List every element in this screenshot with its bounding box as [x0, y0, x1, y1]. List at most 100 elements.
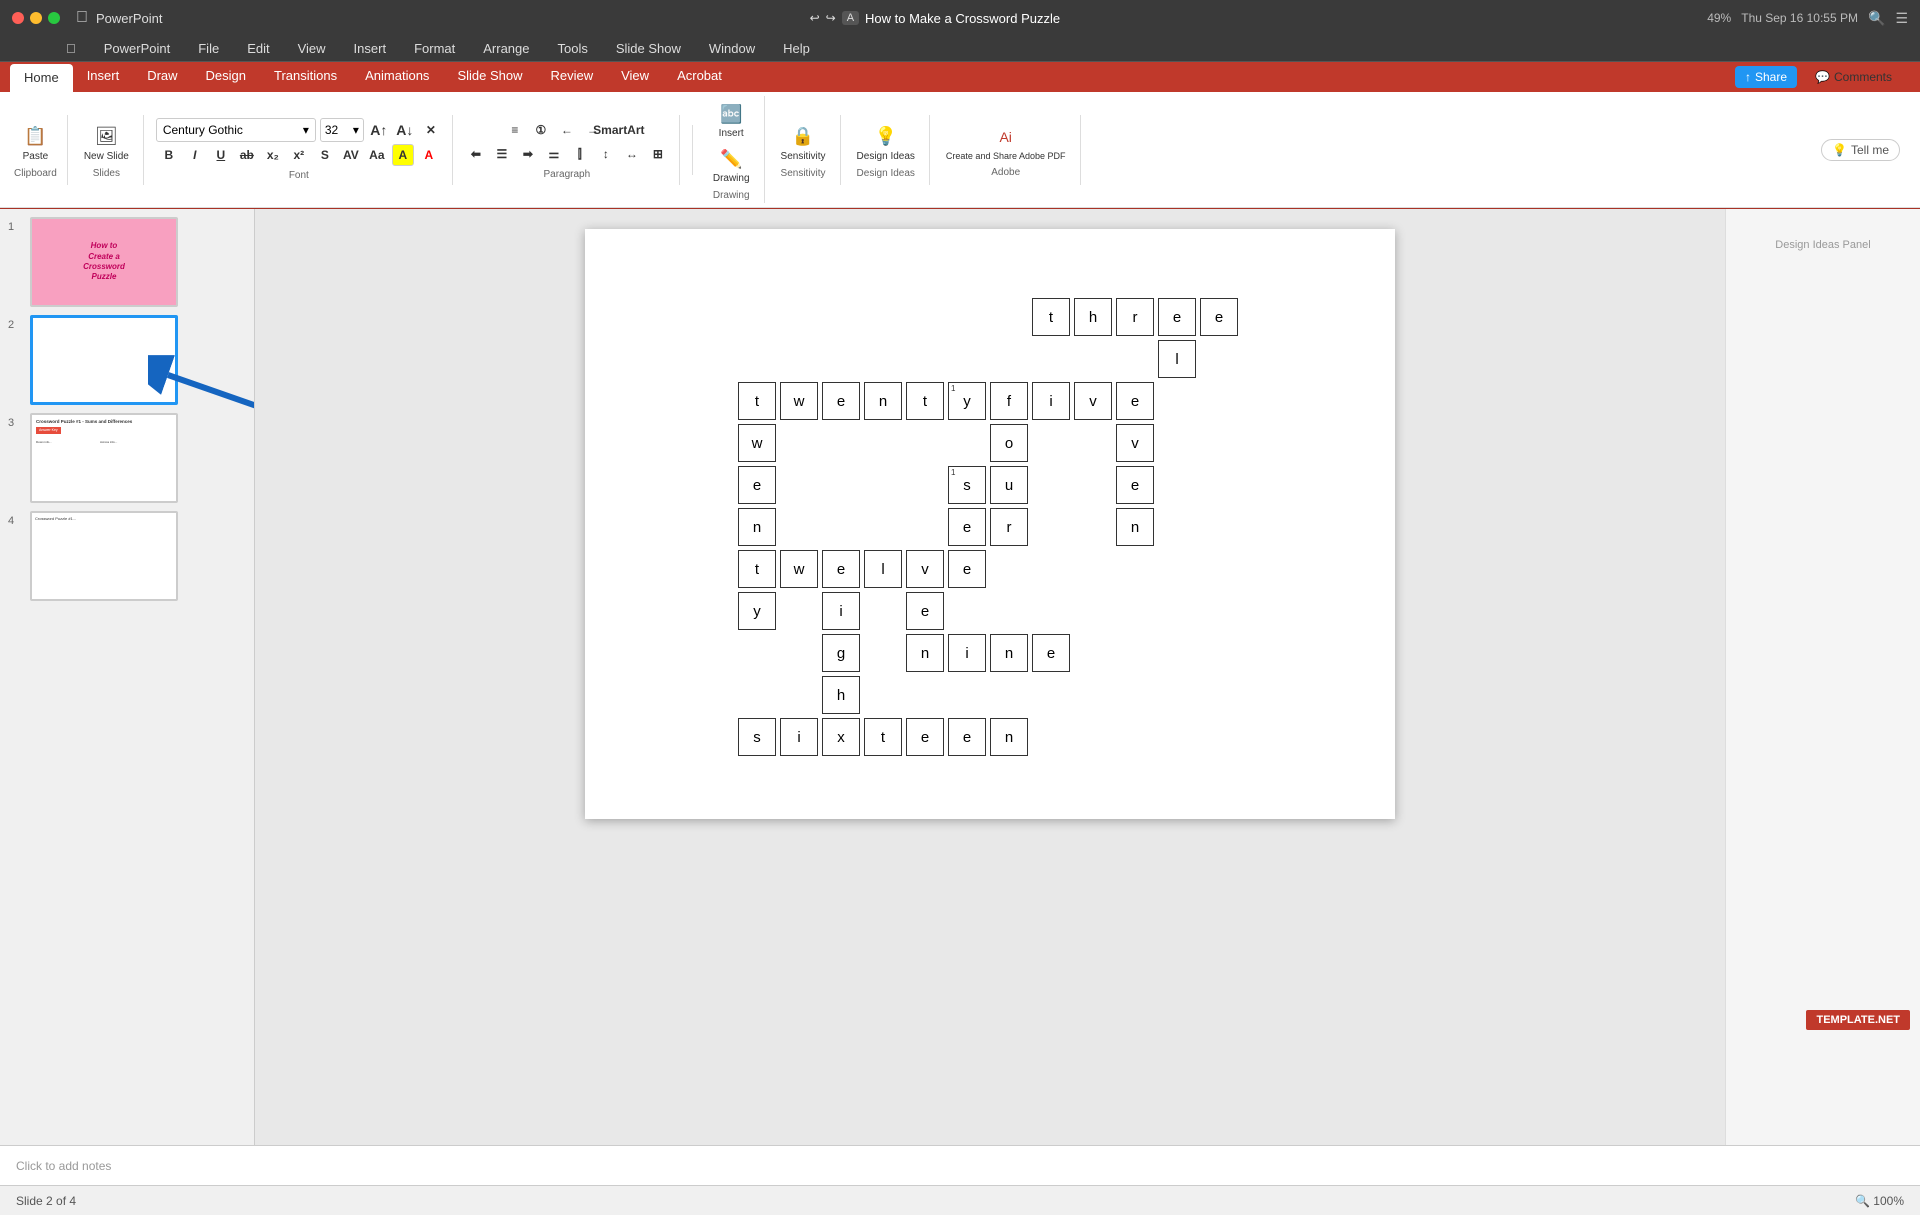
- indent-less-button[interactable]: ←: [556, 119, 578, 141]
- slide-num-4: 4: [8, 515, 24, 527]
- align-center-button[interactable]: ☰: [491, 143, 513, 165]
- zoom-controls[interactable]: 🔍 100%: [1855, 1194, 1904, 1208]
- notes-area[interactable]: Click to add notes: [0, 1145, 1920, 1185]
- slide-thumb-3[interactable]: 3 Crossword Puzzle #1 - Sums and Differe…: [8, 413, 246, 503]
- align-text-button[interactable]: ⊞: [647, 143, 669, 165]
- italic-button[interactable]: I: [184, 144, 206, 166]
- slide-preview-4[interactable]: Crossword Puzzle #1...: [30, 511, 178, 601]
- menu-edit[interactable]: Edit: [241, 39, 275, 58]
- drawing-icon: ✏️: [717, 145, 745, 173]
- menu-slideshow[interactable]: Slide Show: [610, 39, 687, 58]
- search-icon[interactable]: 🔍: [1868, 10, 1885, 27]
- menu-tools[interactable]: Tools: [551, 39, 593, 58]
- decrease-font-button[interactable]: A↓: [394, 119, 416, 141]
- paste-button[interactable]: 📋 Paste: [17, 121, 53, 164]
- menu-window[interactable]: Window: [703, 39, 761, 58]
- font-color-button[interactable]: A: [418, 144, 440, 166]
- insert-button[interactable]: 🔤 Insert: [713, 98, 749, 141]
- tab-design[interactable]: Design: [192, 62, 260, 92]
- close-button[interactable]: [12, 12, 24, 24]
- bold-button[interactable]: B: [158, 144, 180, 166]
- line-spacing-button[interactable]: ↕: [595, 143, 617, 165]
- cell-3-0: w: [738, 424, 776, 462]
- sensitivity-button[interactable]: 🔒 Sensitivity: [777, 121, 830, 164]
- slide-preview-3[interactable]: Crossword Puzzle #1 - Sums and Differenc…: [30, 413, 178, 503]
- cell-7-4: e: [906, 592, 944, 630]
- control-center-icon[interactable]: ☰: [1895, 10, 1908, 27]
- drawing-button[interactable]: ✏️ Drawing: [709, 143, 754, 186]
- menu-format[interactable]: Format: [408, 39, 461, 58]
- menu-file[interactable]: File: [192, 39, 225, 58]
- adobe-pdf-button[interactable]: Ai Create and Share Adobe PDF: [942, 121, 1070, 163]
- tell-me-label: Tell me: [1851, 143, 1889, 157]
- menu-bar:  PowerPoint File Edit View Insert Forma…: [0, 36, 1920, 62]
- cell-10-3: t: [864, 718, 902, 756]
- font-group-label: Font: [289, 170, 309, 181]
- menu-powerpoint[interactable]: PowerPoint: [98, 39, 176, 58]
- slide-canvas[interactable]: threeltwenty1fivewoves1uenerntwelveyiegn…: [585, 229, 1395, 819]
- direction-button[interactable]: ↔: [621, 143, 643, 165]
- tab-acrobat[interactable]: Acrobat: [663, 62, 736, 92]
- menu-apple[interactable]: : [60, 39, 82, 58]
- font-size-value: 32: [325, 123, 338, 137]
- quick-access: A: [842, 11, 859, 25]
- tab-animations[interactable]: Animations: [351, 62, 443, 92]
- font-size-selector[interactable]: 32 ▾: [320, 118, 364, 142]
- paragraph-label: Paragraph: [543, 169, 590, 180]
- slide-preview-1[interactable]: How toCreate aCrosswordPuzzle: [30, 217, 178, 307]
- slide1-content: How toCreate aCrosswordPuzzle: [32, 219, 176, 305]
- underline-button[interactable]: U: [210, 144, 232, 166]
- char-spacing-button[interactable]: AV: [340, 144, 362, 166]
- tab-transitions[interactable]: Transitions: [260, 62, 351, 92]
- superscript-button[interactable]: x²: [288, 144, 310, 166]
- tell-me-input[interactable]: 💡 Tell me: [1821, 139, 1900, 161]
- clear-format-button[interactable]: ✕: [420, 119, 442, 141]
- align-right-button[interactable]: ➡: [517, 143, 539, 165]
- font-row-2: B I U ab x₂ x² S AV Aa A A: [158, 144, 440, 166]
- tab-slideshow[interactable]: Slide Show: [443, 62, 536, 92]
- tab-review[interactable]: Review: [536, 62, 607, 92]
- highlight-button[interactable]: A: [392, 144, 414, 166]
- font-name: Century Gothic: [163, 123, 243, 137]
- adobe-label: Create and Share Adobe PDF: [946, 151, 1066, 161]
- share-button[interactable]: ↑ Share: [1735, 66, 1797, 88]
- menu-arrange[interactable]: Arrange: [477, 39, 535, 58]
- text-shadow-button[interactable]: S: [314, 144, 336, 166]
- slide-thumb-2[interactable]: 2 [No Title]: [8, 315, 246, 405]
- cell-10-0: s: [738, 718, 776, 756]
- col-button[interactable]: ⫿: [569, 143, 591, 165]
- tab-home[interactable]: Home: [10, 64, 73, 92]
- crossword-container: threeltwenty1fivewoves1uenerntwelveyiegn…: [605, 259, 1375, 799]
- tab-draw[interactable]: Draw: [133, 62, 191, 92]
- slide-thumb-1[interactable]: 1 How toCreate aCrosswordPuzzle: [8, 217, 246, 307]
- redo-icon[interactable]: ↪: [826, 11, 836, 25]
- slide-num-1: 1: [8, 221, 24, 233]
- menu-insert[interactable]: Insert: [348, 39, 393, 58]
- new-slide-button[interactable]: 🖼 New Slide: [80, 121, 133, 164]
- minimize-button[interactable]: [30, 12, 42, 24]
- menu-view[interactable]: View: [292, 39, 332, 58]
- menu-help[interactable]: Help: [777, 39, 816, 58]
- numbering-button[interactable]: ①: [530, 119, 552, 141]
- strikethrough-button[interactable]: ab: [236, 144, 258, 166]
- tab-view[interactable]: View: [607, 62, 663, 92]
- design-ideas-button[interactable]: 💡 Design Ideas: [853, 121, 919, 164]
- datetime: Thu Sep 16 10:55 PM: [1741, 11, 1858, 25]
- justify-button[interactable]: ⚌: [543, 143, 565, 165]
- cell-10-6: n: [990, 718, 1028, 756]
- increase-font-button[interactable]: A↑: [368, 119, 390, 141]
- bullets-button[interactable]: ≡: [504, 119, 526, 141]
- tab-insert[interactable]: Insert: [73, 62, 134, 92]
- comments-button[interactable]: 💬 Comments: [1805, 66, 1902, 88]
- font-case-button[interactable]: Aa: [366, 144, 388, 166]
- font-selector[interactable]: Century Gothic ▾: [156, 118, 316, 142]
- subscript-button[interactable]: x₂: [262, 144, 284, 166]
- undo-icon[interactable]: ↩: [810, 11, 820, 25]
- align-left-button[interactable]: ⬅: [465, 143, 487, 165]
- maximize-button[interactable]: [48, 12, 60, 24]
- ribbon-group-drawing: 🔤 Insert ✏️ Drawing Drawing: [705, 96, 765, 203]
- ribbon-group-adobe: Ai Create and Share Adobe PDF Adobe: [938, 115, 1081, 185]
- smartart-button[interactable]: SmartArt: [608, 119, 630, 141]
- share-icon: ↑: [1745, 70, 1751, 84]
- slide-thumb-4[interactable]: 4 Crossword Puzzle #1...: [8, 511, 246, 601]
